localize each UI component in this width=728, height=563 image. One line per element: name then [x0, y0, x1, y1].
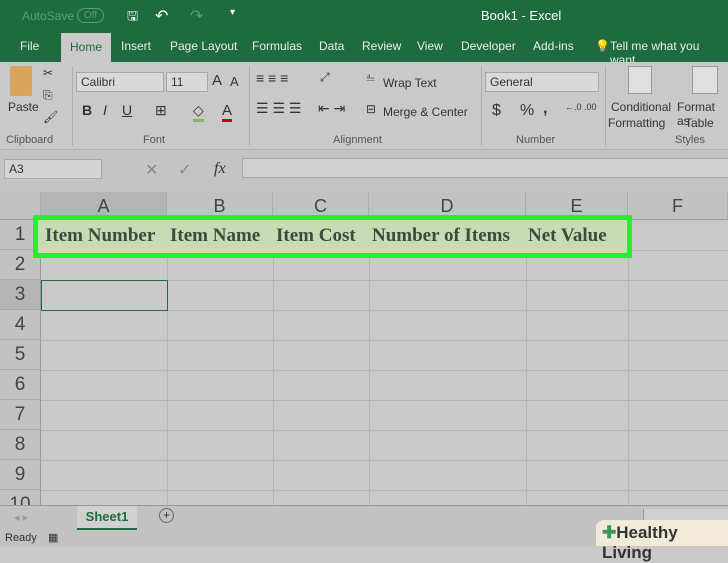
selected-cell-a3[interactable] [41, 280, 168, 311]
name-box[interactable]: A3 [4, 159, 102, 179]
column-header-f[interactable]: F [628, 192, 728, 220]
status-ready: Ready [5, 532, 37, 544]
tab-formulas[interactable]: Formulas [252, 39, 302, 53]
tab-review[interactable]: Review [362, 39, 401, 53]
title-bar: AutoSave Off 🖫 ↶ ↷ ▾ Book1 - Excel [0, 0, 728, 33]
cancel-icon[interactable]: ✕ [145, 160, 158, 180]
cell-d1[interactable]: Number of Items [372, 225, 510, 247]
header-row-highlight: Item Number Item Name Item Cost Number o… [33, 215, 632, 258]
format-as-table-button-line2[interactable]: Table [685, 116, 714, 130]
tab-view[interactable]: View [417, 39, 443, 53]
paste-icon[interactable] [10, 66, 32, 96]
merge-icon[interactable]: ⊟ [366, 102, 376, 116]
row-header-9[interactable]: 9 [0, 460, 41, 490]
number-group-label: Number [516, 134, 556, 146]
tab-add-ins[interactable]: Add-ins [533, 39, 574, 53]
tab-file[interactable]: File [20, 39, 39, 53]
insert-function-button[interactable]: fx [214, 160, 226, 178]
font-name-select[interactable]: Calibri [76, 72, 164, 92]
sheet-nav-arrows[interactable]: ◂ ▸ [14, 511, 28, 524]
autosave-label: AutoSave [22, 9, 75, 23]
ribbon-tabs: File Home Insert Page Layout Formulas Da… [0, 33, 728, 67]
cell-b1[interactable]: Item Name [170, 225, 260, 247]
undo-icon[interactable]: ↶ [155, 6, 168, 26]
tab-developer[interactable]: Developer [461, 39, 516, 53]
customize-toolbar-icon[interactable]: ▾ [230, 7, 235, 18]
tab-home[interactable]: Home [61, 33, 112, 62]
comma-button[interactable]: , [543, 100, 547, 118]
wrap-text-button[interactable]: Wrap Text [383, 76, 437, 90]
conditional-formatting-icon[interactable] [628, 66, 652, 94]
underline-button[interactable]: U [122, 102, 132, 118]
cell-c1[interactable]: Item Cost [276, 225, 356, 247]
copy-icon[interactable]: ⎘ [43, 88, 53, 103]
format-painter-icon[interactable]: 🖌 [43, 110, 58, 124]
row-header-7[interactable]: 7 [0, 400, 41, 430]
ribbon: Paste ✂ ⎘ 🖌 Clipboard Calibri 11 A A B I… [0, 62, 728, 150]
styles-group-label: Styles [675, 134, 705, 146]
row-header-6[interactable]: 6 [0, 370, 41, 400]
enter-icon[interactable]: ✓ [178, 160, 191, 180]
plus-icon: ✚ [602, 523, 617, 542]
fill-color-icon[interactable]: ◇ [193, 102, 204, 122]
font-color-icon[interactable]: A [222, 102, 233, 122]
row-header-5[interactable]: 5 [0, 340, 41, 370]
format-as-table-icon[interactable] [692, 66, 718, 94]
bold-button[interactable]: B [82, 102, 92, 118]
redo-icon[interactable]: ↷ [190, 6, 203, 26]
font-size-select[interactable]: 11 [166, 72, 208, 92]
tab-data[interactable]: Data [319, 39, 344, 53]
merge-center-button[interactable]: Merge & Center [383, 105, 468, 119]
font-group-label: Font [143, 134, 166, 146]
formula-bar: A3 ✕ ✓ fx [0, 150, 728, 192]
lightbulb-icon: 💡 [595, 39, 610, 53]
align-top-icon[interactable]: ≡ ≡ ≡ [256, 70, 288, 86]
percent-button[interactable]: % [520, 102, 534, 120]
wrap-text-icon[interactable]: ⎁ [366, 70, 376, 85]
clipboard-group-label: Clipboard [6, 134, 54, 146]
align-left-icon[interactable]: ☰ ☰ ☰ [256, 100, 301, 117]
row-header-4[interactable]: 4 [0, 310, 41, 340]
sheet-tab-sheet1[interactable]: Sheet1 [77, 506, 137, 530]
grow-font-icon[interactable]: A [212, 72, 222, 89]
number-format-select[interactable]: General [485, 72, 599, 92]
indent-icon[interactable]: ⇤ ⇥ [318, 100, 345, 117]
macro-record-icon[interactable]: ▦ [48, 531, 58, 544]
autosave-toggle[interactable]: Off [77, 8, 105, 23]
orientation-icon[interactable]: ⤢ [320, 70, 330, 85]
conditional-formatting-button[interactable]: Conditional [611, 100, 671, 114]
cell-e1[interactable]: Net Value [528, 225, 607, 247]
shrink-font-icon[interactable]: A [230, 74, 239, 89]
formula-input[interactable] [242, 158, 728, 178]
cell-a1[interactable]: Item Number [45, 225, 155, 247]
row-header-10[interactable]: 10 [0, 490, 41, 505]
add-sheet-icon[interactable]: + [159, 508, 174, 523]
italic-button[interactable]: I [103, 102, 107, 118]
alignment-group-label: Alignment [333, 134, 382, 146]
watermark-logo: ✚Healthy Living [596, 520, 728, 562]
window-title: Book1 - Excel [481, 8, 562, 23]
conditional-formatting-button-line2[interactable]: Formatting [608, 116, 665, 130]
paste-button[interactable]: Paste [8, 100, 39, 114]
borders-icon[interactable]: ⊞ [155, 102, 167, 119]
decimal-icons[interactable]: ←.0 .00 [565, 102, 597, 112]
save-icon[interactable]: 🖫 [127, 7, 138, 29]
row-header-3[interactable]: 3 [0, 280, 41, 310]
currency-button[interactable]: $ [492, 102, 501, 120]
tab-page-layout[interactable]: Page Layout [170, 39, 237, 53]
row-header-8[interactable]: 8 [0, 430, 41, 460]
tab-insert[interactable]: Insert [121, 39, 151, 53]
cut-icon[interactable]: ✂ [43, 66, 53, 80]
